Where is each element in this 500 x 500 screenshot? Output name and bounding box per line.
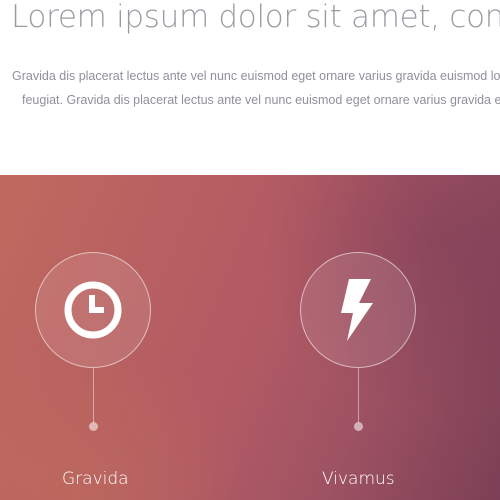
feature-connector-dot xyxy=(89,422,98,431)
feature-label-gravida: Gravida xyxy=(62,469,129,489)
feature-label-vivamus: Vivamus xyxy=(322,469,395,489)
feature-icon-circle xyxy=(35,252,151,368)
features-band: Gravida Vivamus xyxy=(0,175,500,500)
intro-section: Lorem ipsum dolor sit amet, consectetur … xyxy=(0,0,500,175)
intro-paragraph-line-2: feugiat. Gravida dis placerat lectus ant… xyxy=(22,93,500,107)
feature-vivamus xyxy=(300,252,416,431)
feature-connector-line xyxy=(358,368,359,423)
clock-icon xyxy=(64,281,122,339)
feature-gravida xyxy=(35,252,151,431)
headline: Lorem ipsum dolor sit amet, consectetur xyxy=(11,0,500,35)
feature-connector-dot xyxy=(354,422,363,431)
intro-paragraph-line-1: Gravida dis placerat lectus ante vel nun… xyxy=(12,69,500,83)
feature-connector-line xyxy=(93,368,94,423)
lightning-bolt-icon xyxy=(341,279,373,341)
feature-icon-circle xyxy=(300,252,416,368)
